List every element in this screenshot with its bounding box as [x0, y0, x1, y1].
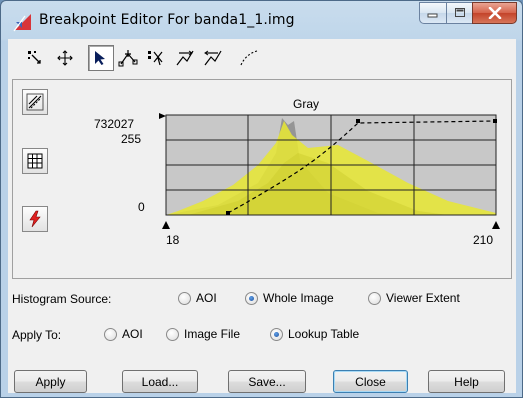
- radio-label: Whole Image: [263, 291, 334, 305]
- band-label: Gray: [293, 97, 320, 111]
- breakpoint-handle-high[interactable]: [356, 119, 360, 123]
- x-min-marker[interactable]: [162, 221, 170, 229]
- histogram-source-whole-image-radio[interactable]: Whole Image: [245, 291, 334, 305]
- auto-adjust-button[interactable]: [22, 206, 48, 232]
- fit-curve-button[interactable]: [22, 89, 48, 115]
- select-arrow-icon[interactable]: [88, 45, 114, 71]
- apply-button[interactable]: Apply: [14, 370, 87, 393]
- grid-icon: [27, 153, 43, 169]
- apply-to-aoi-radio[interactable]: AOI: [104, 327, 143, 341]
- add-point-icon[interactable]: [116, 45, 142, 71]
- y-255-label: 255: [121, 132, 142, 146]
- breakpoint-handle-end[interactable]: [493, 119, 497, 123]
- x-max-marker[interactable]: [492, 221, 500, 229]
- apply-to-image-file-radio[interactable]: Image File: [166, 327, 240, 341]
- radio-label: AOI: [122, 327, 143, 341]
- radio-dot: [178, 291, 191, 305]
- radio-dot-selected: [270, 327, 283, 341]
- maximize-button[interactable]: [446, 2, 472, 24]
- app-icon: [13, 14, 31, 32]
- pan-icon[interactable]: [52, 45, 78, 71]
- radio-dot: [368, 291, 381, 305]
- toolbar: [8, 39, 516, 75]
- close-window-button[interactable]: [472, 2, 517, 24]
- y-max-marker[interactable]: [159, 113, 166, 119]
- histogram-source-label: Histogram Source:: [12, 292, 112, 306]
- radio-label: Lookup Table: [288, 327, 360, 341]
- apply-to-lookup-table-radio[interactable]: Lookup Table: [270, 327, 359, 341]
- curve-tool-icon[interactable]: [172, 45, 198, 71]
- radio-dot: [104, 327, 117, 341]
- breakpoint-handle-low[interactable]: [226, 211, 230, 215]
- save-button[interactable]: Save...: [228, 370, 306, 393]
- radio-label: AOI: [196, 291, 217, 305]
- apply-to-label: Apply To:: [12, 328, 62, 342]
- radio-dot-selected: [245, 291, 258, 305]
- close-icon: [488, 7, 501, 19]
- curve-tool-2-icon[interactable]: [200, 45, 226, 71]
- dashed-curve-icon[interactable]: [236, 45, 262, 71]
- histogram-source-aoi-radio[interactable]: AOI: [178, 291, 217, 305]
- minimize-icon: [427, 13, 438, 18]
- load-button[interactable]: Load...: [122, 370, 198, 393]
- histogram-source-viewer-extent-radio[interactable]: Viewer Extent: [368, 291, 460, 305]
- radio-dot: [166, 327, 179, 341]
- y-max-label: 732027: [94, 117, 135, 131]
- y-zero-label: 0: [138, 200, 145, 214]
- delete-point-icon[interactable]: [144, 45, 170, 71]
- grid-toggle-button[interactable]: [22, 148, 48, 174]
- lightning-icon: [29, 210, 41, 228]
- radio-label: Viewer Extent: [386, 291, 460, 305]
- fit-curve-icon: [26, 93, 44, 111]
- close-button[interactable]: Close: [333, 370, 408, 393]
- histogram-plot[interactable]: [158, 113, 503, 237]
- client-area: Gray 732027 255 0 18 210 Histogram Sourc…: [8, 39, 516, 393]
- window-title: Breakpoint Editor For banda1_1.img: [39, 12, 295, 28]
- zoom-fit-icon[interactable]: [22, 45, 48, 71]
- title-bar[interactable]: Breakpoint Editor For banda1_1.img: [1, 1, 522, 39]
- help-button[interactable]: Help: [428, 370, 505, 393]
- minimize-button[interactable]: [419, 2, 446, 24]
- breakpoint-editor-window: Breakpoint Editor For banda1_1.img Gray …: [0, 0, 523, 398]
- radio-label: Image File: [184, 327, 241, 341]
- maximize-icon: [454, 8, 465, 17]
